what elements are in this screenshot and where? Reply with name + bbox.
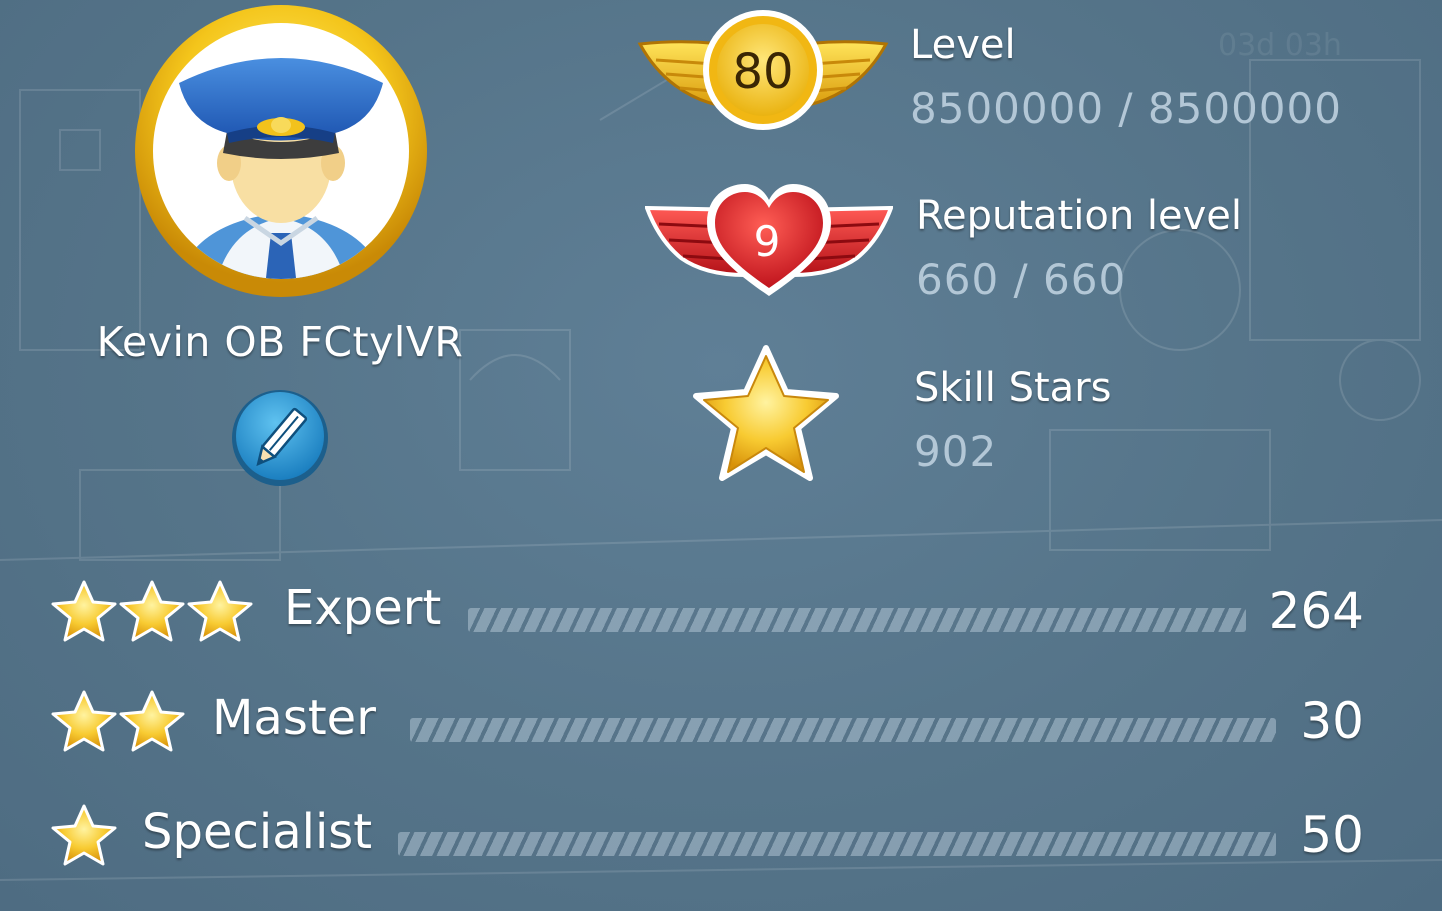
rank-label: Specialist [142, 804, 373, 860]
rank-row-expert: Expert 264 [0, 570, 1442, 660]
player-name: Kevin OB FCtylVR [96, 318, 464, 366]
rank-count: 50 [1300, 806, 1364, 864]
reputation-badge: 9 [644, 180, 894, 300]
level-badge-number: 80 [732, 44, 793, 100]
rank-bar [410, 718, 1276, 742]
reputation-badge-number: 9 [754, 217, 781, 266]
pilot-avatar-icon [135, 5, 427, 297]
skill-star-icon [690, 344, 842, 486]
level-label: Level [910, 22, 1016, 68]
level-badge: 80 [636, 8, 890, 134]
skill-stars-value: 902 [914, 427, 998, 476]
reputation-label: Reputation level [916, 193, 1242, 239]
pencil-icon [232, 390, 328, 486]
skill-stars-label: Skill Stars [914, 365, 1112, 411]
reputation-value: 660 / 660 [916, 255, 1127, 304]
level-value: 8500000 / 8500000 [910, 84, 1342, 133]
rank-stars-icon [51, 690, 185, 752]
rank-stars-icon [51, 804, 117, 866]
rank-label: Expert [284, 580, 442, 636]
background-timer: 03d 03h [1218, 28, 1342, 63]
rank-count: 30 [1300, 692, 1364, 750]
rank-row-specialist: Specialist 50 [0, 796, 1442, 886]
rank-bar [468, 608, 1246, 632]
rank-bar [398, 832, 1276, 856]
edit-profile-button[interactable] [230, 388, 330, 488]
rank-stars-icon [51, 580, 253, 642]
rank-row-master: Master 30 [0, 682, 1442, 772]
rank-label: Master [212, 690, 376, 746]
rank-count: 264 [1268, 582, 1364, 640]
player-avatar [133, 3, 429, 299]
